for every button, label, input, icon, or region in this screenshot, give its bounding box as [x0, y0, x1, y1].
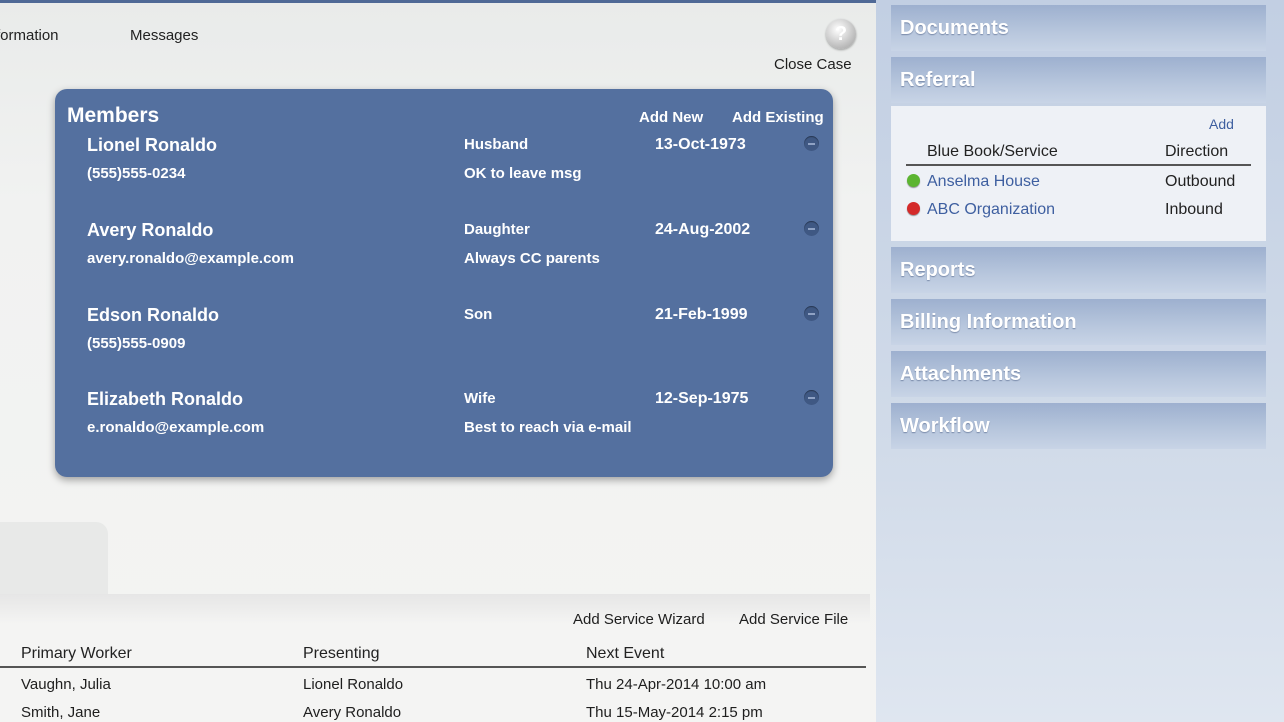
service-worker[interactable]: Smith, Jane: [21, 704, 100, 721]
accordion-workflow[interactable]: Workflow: [891, 403, 1266, 449]
tab-information[interactable]: formation: [0, 27, 59, 44]
service-presenting: Lionel Ronaldo: [303, 676, 404, 693]
member-relation: Daughter: [464, 221, 530, 238]
tab-messages[interactable]: Messages: [130, 27, 198, 44]
members-panel: Members Add New Add Existing Lionel Rona…: [55, 89, 833, 477]
referral-link-abc-organization[interactable]: ABC Organization: [927, 201, 1055, 219]
accordion-referral[interactable]: Referral: [891, 57, 1266, 103]
member-name: Lionel Ronaldo: [87, 135, 217, 155]
member-dob: 24-Aug-2002: [655, 221, 751, 238]
remove-member-icon[interactable]: [804, 390, 819, 405]
member-relation: Husband: [464, 136, 529, 153]
column-header-direction: Direction: [1165, 143, 1229, 160]
column-header-blue-book-service: Blue Book/Service: [927, 143, 1058, 160]
referral-panel: Add Blue Book/Service Direction Anselma …: [891, 106, 1266, 241]
member-dob: 13-Oct-1973: [655, 136, 746, 153]
member-row: Edson Ronaldo (555)555-0909 Son 21-Feb-1…: [55, 305, 833, 375]
member-note: OK to leave msg: [464, 165, 582, 182]
status-red-icon: [907, 202, 920, 215]
add-service-file-button[interactable]: Add Service File: [739, 611, 848, 628]
help-icon[interactable]: ?: [826, 19, 856, 49]
status-green-icon: [907, 174, 920, 187]
member-dob: 12-Sep-1975: [655, 390, 749, 407]
accordion-documents[interactable]: Documents: [891, 5, 1266, 51]
add-referral-button[interactable]: Add: [1209, 116, 1234, 132]
member-dob: 21-Feb-1999: [655, 306, 748, 323]
member-relation: Son: [464, 306, 493, 323]
header-divider: [0, 666, 866, 668]
add-existing-member-button[interactable]: Add Existing: [732, 109, 824, 126]
member-name: Avery Ronaldo: [87, 220, 214, 240]
member-row: Lionel Ronaldo (555)555-0234 Husband OK …: [55, 135, 833, 205]
member-contact: (555)555-0234: [87, 165, 186, 182]
close-case-button[interactable]: Close Case: [774, 56, 852, 73]
referral-link-anselma-house[interactable]: Anselma House: [927, 173, 1040, 191]
service-next-event: Thu 15-May-2014 2:15 pm: [586, 704, 763, 721]
members-title: Members: [67, 104, 160, 127]
add-new-member-button[interactable]: Add New: [639, 109, 703, 126]
accordion-attachments[interactable]: Attachments: [891, 351, 1266, 397]
accordion-reports[interactable]: Reports: [891, 247, 1266, 293]
member-row: Avery Ronaldo avery.ronaldo@example.com …: [55, 220, 833, 290]
member-note: Always CC parents: [464, 250, 600, 267]
member-row: Elizabeth Ronaldo e.ronaldo@example.com …: [55, 389, 833, 459]
member-relation: Wife: [464, 390, 496, 407]
member-contact: (555)555-0909: [87, 335, 186, 352]
member-contact: avery.ronaldo@example.com: [87, 250, 294, 267]
member-contact: e.ronaldo@example.com: [87, 419, 265, 436]
section-tab[interactable]: [0, 522, 108, 597]
column-header-primary-worker[interactable]: Primary Worker: [21, 645, 132, 663]
member-note: Best to reach via e-mail: [464, 419, 632, 436]
add-service-wizard-button[interactable]: Add Service Wizard: [573, 611, 705, 628]
column-header-next-event[interactable]: Next Event: [586, 645, 664, 663]
services-panel: Add Service Wizard Add Service File Prim…: [0, 594, 870, 722]
remove-member-icon[interactable]: [804, 221, 819, 236]
member-name: Edson Ronaldo: [87, 305, 219, 325]
remove-member-icon[interactable]: [804, 306, 819, 321]
referral-direction: Inbound: [1165, 201, 1223, 218]
service-presenting: Avery Ronaldo: [303, 704, 402, 721]
service-worker[interactable]: Vaughn, Julia: [21, 676, 111, 693]
service-next-event: Thu 24-Apr-2014 10:00 am: [586, 676, 767, 693]
referral-direction: Outbound: [1165, 173, 1236, 190]
referral-header-divider: [906, 164, 1251, 166]
column-header-presenting[interactable]: Presenting: [303, 645, 380, 663]
accordion-billing-information[interactable]: Billing Information: [891, 299, 1266, 345]
member-name: Elizabeth Ronaldo: [87, 389, 244, 409]
remove-member-icon[interactable]: [804, 136, 819, 151]
